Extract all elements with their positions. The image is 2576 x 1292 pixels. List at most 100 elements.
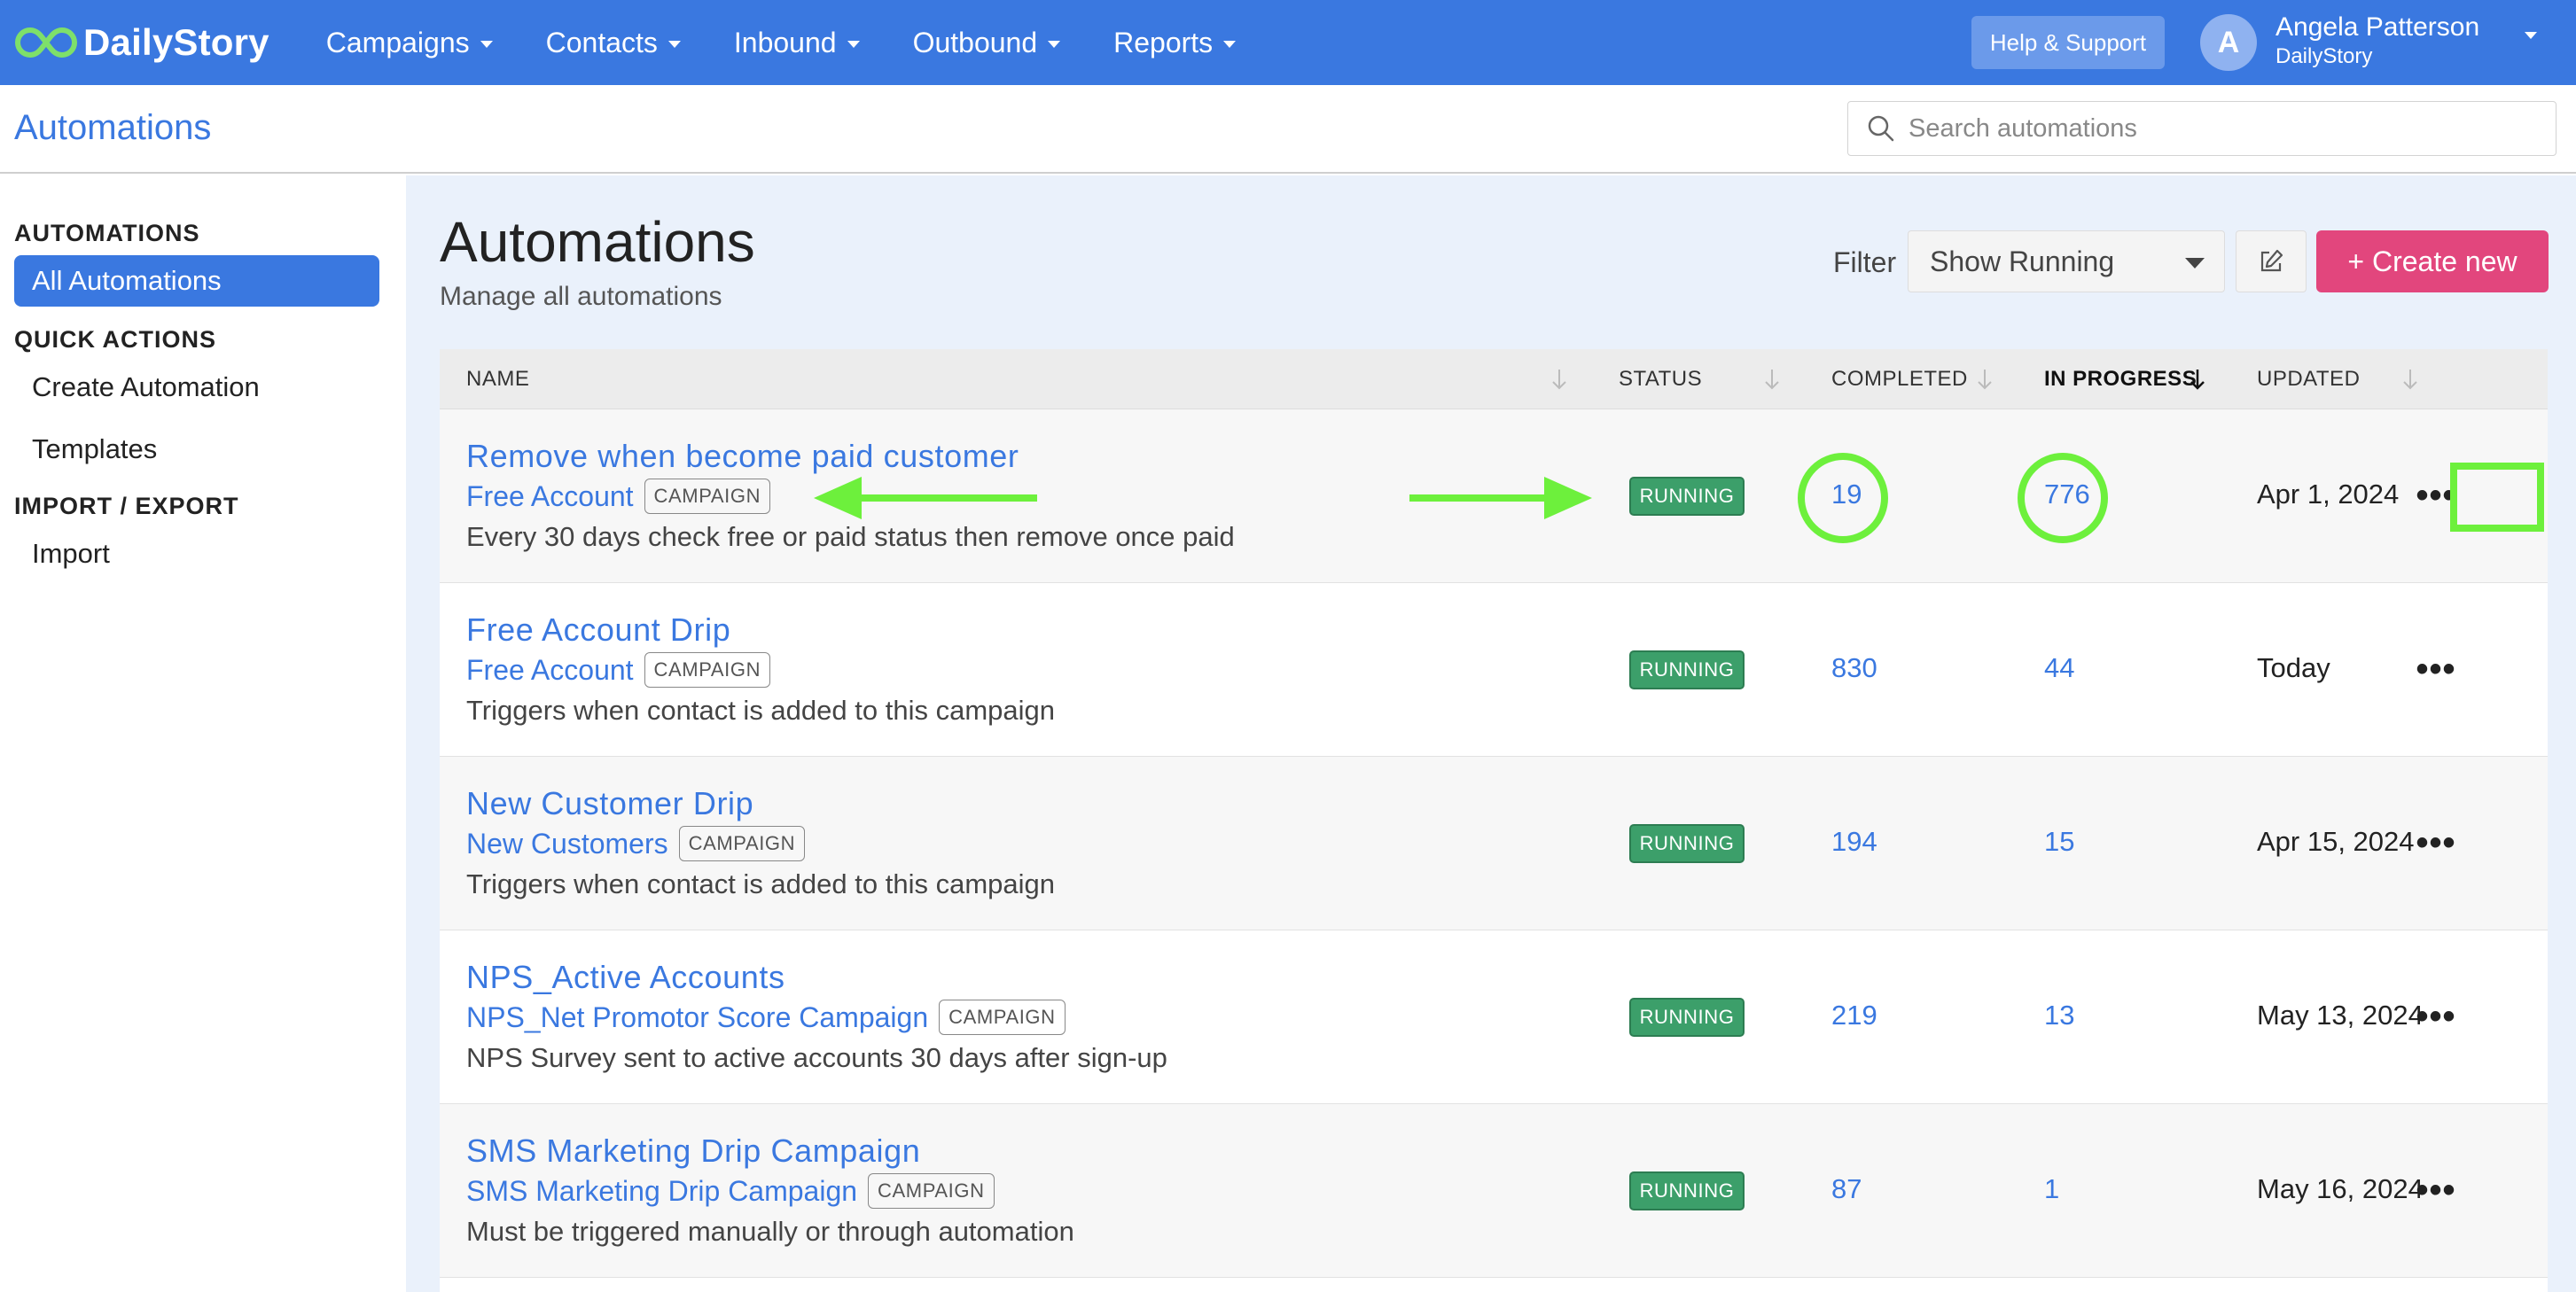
automation-description: NPS Survey sent to active accounts 30 da… (466, 1042, 1167, 1073)
in-progress-count-link[interactable]: 776 (2044, 479, 2090, 510)
sidebar-item-all-automations[interactable]: All Automations (14, 255, 379, 307)
updated-date: May 16, 2024 (2257, 1173, 2424, 1204)
logo-icon (15, 27, 77, 58)
nav-campaigns[interactable]: Campaigns (326, 27, 493, 59)
status-badge: RUNNING (1629, 650, 1745, 689)
sidebar-section-quick-actions: QUICK ACTIONS (14, 326, 216, 353)
user-org: DailyStory (2275, 44, 2373, 68)
chevron-down-icon (480, 41, 493, 48)
sort-arrow-active-icon[interactable] (2188, 367, 2207, 392)
sort-arrow-icon[interactable] (2400, 367, 2420, 392)
nav-contacts[interactable]: Contacts (546, 27, 681, 59)
in-progress-count-link[interactable]: 13 (2044, 1000, 2074, 1031)
campaign-badge: CAMPAIGN (939, 1000, 1066, 1035)
sidebar-item-templates[interactable]: Templates (14, 424, 379, 475)
more-options-button[interactable]: ••• (2409, 1168, 2463, 1212)
nav-outbound-label: Outbound (912, 26, 1038, 58)
nav-outbound[interactable]: Outbound (913, 27, 1061, 59)
page-title: Automations (440, 210, 755, 274)
status-badge: RUNNING (1629, 477, 1745, 516)
col-in-progress[interactable]: IN PROGRESS (2044, 349, 2197, 409)
nav-reports[interactable]: Reports (1113, 26, 1237, 59)
col-completed[interactable]: COMPLETED (1831, 349, 1968, 409)
in-progress-count-link[interactable]: 1 (2044, 1173, 2059, 1205)
row-campaign: NPS_Net Promotor Score Campaign CAMPAIGN (466, 1000, 1066, 1035)
completed-count-link[interactable]: 194 (1831, 826, 1877, 858)
automations-table: NAME STATUS COMPLETED IN PROGRESS UPDATE… (440, 349, 2548, 1292)
more-options-button[interactable]: ••• (2409, 994, 2463, 1039)
status-badge: RUNNING (1629, 998, 1745, 1037)
automation-description: Every 30 days check free or paid status … (466, 521, 1235, 552)
more-options-button[interactable]: ••• (2409, 647, 2463, 691)
campaign-link[interactable]: NPS_Net Promotor Score Campaign (466, 1001, 928, 1034)
campaign-link[interactable]: Free Account (466, 654, 634, 687)
sort-arrow-icon[interactable] (1975, 367, 1994, 392)
chevron-down-icon (1223, 41, 1237, 48)
row-campaign: New Customers CAMPAIGN (466, 826, 806, 861)
table-row: NPS_Active Accounts NPS_Net Promotor Sco… (440, 930, 2548, 1104)
campaign-link[interactable]: New Customers (466, 828, 668, 860)
campaign-badge: CAMPAIGN (678, 826, 806, 861)
automation-name-link[interactable]: New Customer Drip (466, 785, 753, 822)
filter-value: Show Running (1930, 245, 2115, 277)
status-badge: RUNNING (1629, 824, 1745, 863)
col-updated[interactable]: UPDATED (2257, 349, 2360, 409)
table-row: New Customer Drip New Customers CAMPAIGN… (440, 757, 2548, 930)
sort-arrow-icon[interactable] (1762, 367, 1782, 392)
user-menu-chevron-icon[interactable] (2525, 32, 2537, 39)
filter-select[interactable]: Show Running (1908, 230, 2225, 292)
main-content: Automations Manage all automations Filte… (406, 175, 2576, 1292)
search-icon (1868, 115, 1894, 142)
help-support-button[interactable]: Help & Support (1971, 16, 2165, 69)
automation-name-link[interactable]: Remove when become paid customer (466, 438, 1019, 475)
nav-contacts-label: Contacts (545, 26, 658, 58)
create-new-button[interactable]: + Create new (2316, 230, 2549, 292)
campaign-badge: CAMPAIGN (868, 1173, 995, 1209)
logo[interactable]: DailyStory (14, 21, 269, 64)
page-subtitle: Manage all automations (440, 282, 722, 311)
updated-date: Today (2257, 652, 2330, 683)
nav-inbound[interactable]: Inbound (734, 27, 860, 59)
avatar[interactable]: A (2200, 14, 2257, 71)
edit-icon (2260, 249, 2283, 272)
col-name[interactable]: NAME (466, 349, 529, 409)
user-name[interactable]: Angela Patterson (2275, 12, 2479, 43)
more-options-button[interactable]: ••• (2409, 821, 2463, 865)
sidebar-item-import[interactable]: Import (14, 528, 379, 580)
in-progress-count-link[interactable]: 44 (2044, 652, 2074, 684)
automation-name-link[interactable]: NPS_Active Accounts (466, 959, 785, 996)
section-title[interactable]: Automations (14, 108, 211, 148)
edit-button[interactable] (2236, 230, 2307, 292)
sort-arrow-icon[interactable] (1550, 367, 1569, 392)
row-campaign: SMS Marketing Drip Campaign CAMPAIGN (466, 1173, 995, 1209)
automation-description: Triggers when contact is added to this c… (466, 868, 1055, 899)
chevron-down-icon (847, 41, 860, 48)
automation-name-link[interactable]: SMS Marketing Drip Campaign (466, 1132, 920, 1170)
automation-name-link[interactable]: Free Account Drip (466, 611, 730, 649)
in-progress-count-link[interactable]: 15 (2044, 826, 2074, 858)
completed-count-link[interactable]: 830 (1831, 652, 1877, 684)
sidebar-item-create-automation[interactable]: Create Automation (14, 362, 379, 413)
chevron-down-icon (1048, 41, 1061, 48)
status-badge: RUNNING (1629, 1171, 1745, 1210)
completed-count-link[interactable]: 87 (1831, 1173, 1862, 1205)
nav-reports-label: Reports (1113, 26, 1214, 58)
completed-count-link[interactable]: 19 (1831, 479, 1862, 510)
search-box[interactable] (1847, 101, 2556, 156)
campaign-badge: CAMPAIGN (644, 652, 771, 688)
logo-text: DailyStory (83, 21, 269, 63)
completed-count-link[interactable]: 219 (1831, 1000, 1877, 1031)
campaign-link[interactable]: SMS Marketing Drip Campaign (466, 1175, 857, 1208)
table-row: SMS Marketing Drip Campaign SMS Marketin… (440, 1104, 2548, 1278)
dropdown-arrow-icon (2185, 258, 2205, 269)
top-nav: DailyStory Campaigns Contacts Inbound Ou… (0, 0, 2576, 85)
sidebar: AUTOMATIONS All Automations QUICK ACTION… (0, 175, 406, 1292)
updated-date: Apr 15, 2024 (2257, 826, 2415, 857)
main-menu: Campaigns Contacts Inbound Outbound Repo… (326, 27, 1289, 59)
row-campaign: Free Account CAMPAIGN (466, 652, 771, 688)
more-options-button[interactable]: ••• (2409, 473, 2463, 518)
campaign-link[interactable]: Free Account (466, 480, 634, 513)
col-status[interactable]: STATUS (1619, 349, 1702, 409)
table-row: Free Account Drip Free Account CAMPAIGN … (440, 583, 2548, 757)
search-input[interactable] (1909, 113, 2529, 144)
